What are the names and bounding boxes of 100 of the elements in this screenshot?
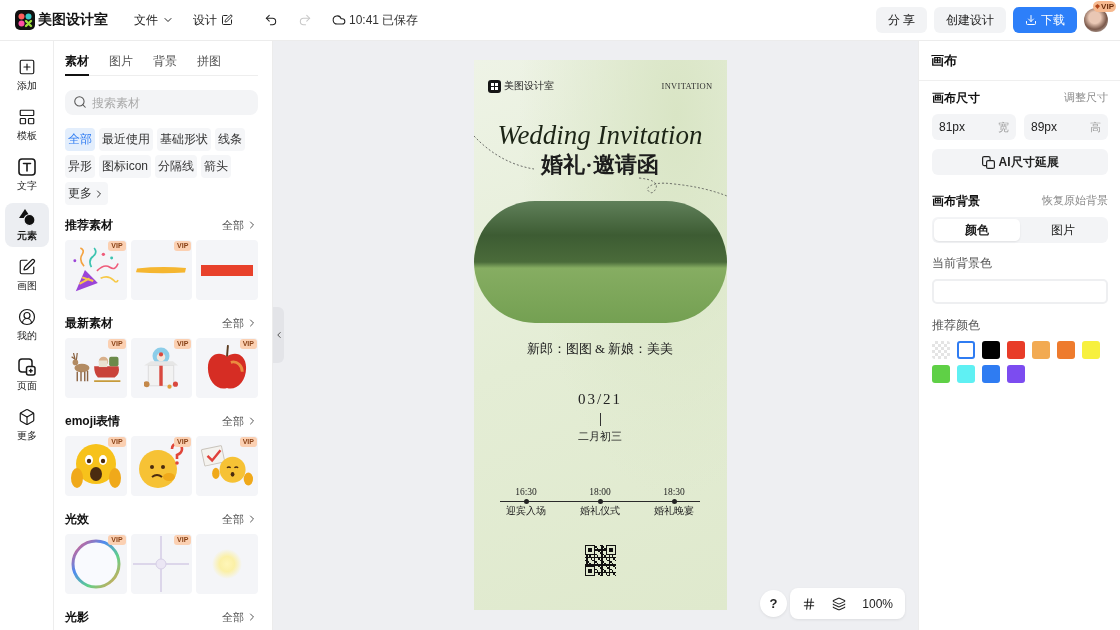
rail-item[interactable]: 元素 [4, 203, 49, 247]
layers-icon[interactable] [832, 596, 847, 611]
user-icon [17, 307, 36, 326]
collapse-handle[interactable] [273, 307, 284, 363]
filter-chip[interactable]: 线条 [215, 128, 245, 151]
field-label: 当前背景色 [932, 256, 993, 270]
rail-item[interactable]: 文字 [4, 153, 49, 197]
view-all-link[interactable]: 全部 [222, 511, 258, 527]
avatar[interactable] [1084, 8, 1108, 32]
lunar-date: 二月初三 [578, 430, 622, 443]
filter-chip[interactable]: 箭头 [201, 155, 231, 178]
panel-tab[interactable]: 拼图 [197, 53, 221, 76]
timeline-dot-icon [597, 499, 603, 504]
grid-icon[interactable] [802, 596, 817, 611]
view-all-link[interactable]: 全部 [222, 413, 258, 429]
field-label: 推荐颜色 [932, 318, 981, 332]
invitation-title: 婚礼·邀请函 [541, 152, 659, 178]
color-swatch-icon[interactable] [1032, 341, 1050, 359]
rail-item[interactable]: 模板 [4, 103, 49, 147]
download-button[interactable]: 下载 [1013, 7, 1077, 33]
color-swatch-icon[interactable] [1057, 341, 1075, 359]
section-title: 推荐素材 [65, 216, 113, 234]
filter-chip[interactable]: 基础形状 [157, 128, 211, 151]
cube-icon [17, 407, 36, 426]
brand-logo-icon [487, 79, 501, 93]
app-logo-icon [15, 10, 35, 30]
action-button[interactable]: 分 享 [875, 7, 927, 33]
view-all-link[interactable]: 全部 [222, 217, 258, 233]
filter-chip[interactable]: 更多 [65, 182, 108, 205]
save-status: 10:41 已保存 [349, 11, 419, 29]
section-title: 光效 [65, 510, 89, 528]
color-swatch-icon[interactable] [982, 341, 1000, 359]
ai-extend-button[interactable]: AI尺寸延展 [932, 149, 1108, 175]
text-icon [17, 157, 36, 176]
undo-icon[interactable] [264, 13, 278, 27]
view-all-link[interactable]: 全部 [222, 609, 258, 625]
edit-icon [221, 14, 233, 26]
mode-tab[interactable]: 图片 [1020, 219, 1106, 241]
section-title: 光影 [65, 608, 89, 626]
filter-chip[interactable]: 分隔线 [155, 155, 197, 178]
help-button[interactable]: ? [760, 590, 787, 617]
event-name: 迎宾入场 [506, 505, 546, 517]
resize-link[interactable]: 调整尺寸 [1064, 91, 1108, 105]
panel-tab[interactable]: 素材 [65, 53, 89, 76]
event-time: 16:30 [515, 487, 537, 498]
reset-background-link[interactable]: 恢复原始背景 [1042, 194, 1108, 208]
view-all-link[interactable]: 全部 [222, 315, 258, 331]
glow-icon [212, 549, 243, 579]
filter-chip[interactable]: 全部 [65, 128, 95, 151]
color-swatch-icon[interactable] [957, 341, 975, 359]
transparent-swatch-icon[interactable] [932, 341, 950, 359]
panel-tab[interactable]: 背景 [153, 53, 177, 76]
party-popper-icon [72, 247, 119, 293]
mode-tab[interactable]: 颜色 [934, 219, 1020, 241]
event-name: 婚礼晚宴 [654, 505, 694, 517]
thinking-face-icon [138, 443, 185, 489]
face-with-sign-icon [201, 444, 254, 488]
zoom-level[interactable]: 100% [862, 596, 893, 611]
rail-item[interactable]: 页面 [4, 353, 49, 397]
couple-names: 新郎：图图 & 新娘：美美 [526, 341, 674, 357]
page-add-icon [17, 357, 36, 376]
apple-icon [206, 345, 249, 391]
rail-item[interactable]: 添加 [4, 53, 49, 97]
search-field[interactable]: 搜索素材 [65, 90, 258, 115]
event-time: 18:30 [663, 487, 685, 498]
wedding-date: 03/21 [577, 390, 623, 408]
color-swatch-icon[interactable] [982, 365, 1000, 383]
bubble-ring-icon [70, 539, 121, 589]
filter-chip[interactable]: 图标icon [99, 155, 151, 178]
section-label: 画布尺寸 [932, 89, 980, 107]
asset-tile[interactable] [196, 534, 258, 594]
rail-item[interactable]: 更多 [4, 403, 49, 447]
color-swatch-icon[interactable] [957, 365, 975, 383]
invitation-tag: INVITATION [661, 81, 713, 91]
rectangle-icon [201, 264, 254, 276]
filter-chip[interactable]: 异形 [65, 155, 95, 178]
rail-item[interactable]: 画图 [4, 253, 49, 297]
color-swatch-icon[interactable] [932, 365, 950, 383]
qr-code-icon [584, 545, 616, 576]
event-time: 18:00 [589, 487, 611, 498]
script-title: Wedding Invitation [497, 119, 703, 151]
scared-face-icon [70, 442, 121, 490]
app-name: 美图设计室 [38, 11, 108, 29]
search-icon [73, 95, 87, 109]
color-swatch-icon[interactable] [1007, 341, 1025, 359]
resize-icon [981, 155, 995, 169]
color-swatch-icon[interactable] [1007, 365, 1025, 383]
height-value: 89px [1031, 120, 1058, 134]
panel-tab[interactable]: 图片 [109, 53, 133, 76]
asset-tile[interactable] [196, 240, 258, 300]
action-button[interactable]: 创建设计 [934, 7, 1006, 33]
height-field[interactable]: 89px 高 [1024, 114, 1108, 140]
color-swatch-icon[interactable] [1082, 341, 1100, 359]
filter-chip[interactable]: 最近使用 [99, 128, 153, 151]
menu-button[interactable]: 设计 [193, 11, 233, 29]
rail-item[interactable]: 我的 [4, 303, 49, 347]
event-name: 婚礼仪式 [580, 505, 620, 517]
width-field[interactable]: 81px 宽 [932, 114, 1016, 140]
menu-button[interactable]: 文件 [134, 11, 174, 29]
sparkle-icon [133, 536, 190, 592]
